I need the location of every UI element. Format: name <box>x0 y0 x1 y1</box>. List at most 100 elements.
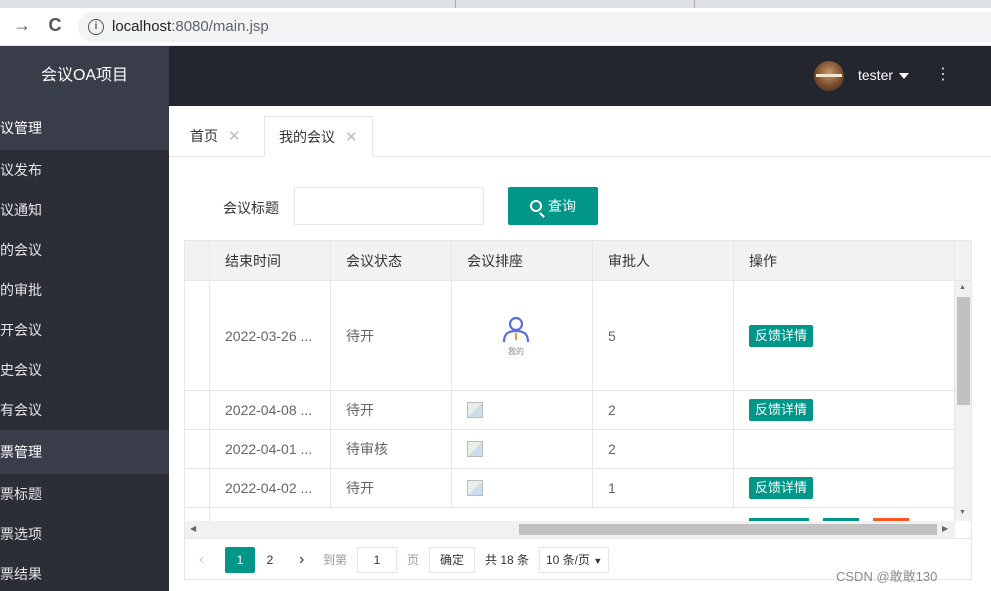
goto-page-input[interactable] <box>357 547 397 573</box>
scroll-left-icon[interactable]: ◀ <box>190 524 196 533</box>
table-row: 2022-04-08 ... 待开 2 反馈详情 <box>185 391 955 430</box>
table-header: 结束时间 会议状态 会议排座 审批人 操作 <box>185 241 971 281</box>
prev-page-icon[interactable]: ‹ <box>199 547 204 573</box>
vertical-scrollbar[interactable]: ▲ ▼ <box>955 281 971 521</box>
menu-item-label: 投票标题 <box>0 486 42 502</box>
tab-label: 我的会议 <box>279 129 335 145</box>
menu-item-all[interactable]: 所有会议 <box>0 390 169 430</box>
menu-group-vote[interactable]: 投票管理 <box>0 430 169 474</box>
feedback-detail-button[interactable]: 反馈详情 <box>749 477 814 499</box>
tab-separator <box>455 0 456 8</box>
tab-home[interactable]: 首页 ✕ <box>169 116 241 157</box>
menu-group-meeting[interactable]: 会议管理 <box>0 106 169 150</box>
tab-separator <box>694 0 695 8</box>
goto-confirm-button[interactable]: 确定 <box>429 547 476 573</box>
user-icon <box>502 316 530 343</box>
col-status: 会议状态 <box>331 241 452 281</box>
cell-seat <box>452 469 593 507</box>
menu-item-my-meetings[interactable]: 我的会议 <box>0 230 169 270</box>
menu-item-my-approvals[interactable]: 我的审批 <box>0 270 169 310</box>
seat-image[interactable]: 我的 <box>501 314 531 357</box>
page-2[interactable]: 2 <box>255 547 285 573</box>
menu-item-label: 所有会议 <box>0 402 42 418</box>
menu-item-history[interactable]: 历史会议 <box>0 350 169 390</box>
menu-item-label: 我的会议 <box>0 242 42 258</box>
cell-status: 待开 <box>331 281 452 390</box>
menu-group-label: 会议管理 <box>0 120 42 136</box>
url-text[interactable]: localhost:8080/main.jsp <box>112 18 269 35</box>
page-1[interactable]: 1 <box>225 547 255 573</box>
menu-sub-vote: 投票标题 投票选项 投票结果 <box>0 474 169 591</box>
info-icon[interactable]: i <box>88 19 104 35</box>
menu-item-label: 投票选项 <box>0 526 42 542</box>
goto-label: 到第 <box>323 553 348 567</box>
menu-item-label: 待开会议 <box>0 322 42 338</box>
username[interactable]: tester <box>858 67 893 83</box>
browser-toolbar: → C i localhost:8080/main.jsp <box>0 0 991 46</box>
cell-end-time: 2022-04-02 ... <box>210 469 331 507</box>
table-cell <box>185 508 210 521</box>
tab-my-meetings[interactable]: 我的会议 ✕ <box>264 116 373 157</box>
cell-action <box>734 508 955 521</box>
horizontal-scrollbar[interactable]: ◀ ▶ <box>185 521 955 538</box>
cell-action: 反馈详情 <box>734 391 955 429</box>
table-row: 2022-03-26 ... 待开 我的 5 反馈详情 <box>185 281 955 391</box>
menu-item-vote-results[interactable]: 投票结果 <box>0 554 169 591</box>
scroll-thumb[interactable] <box>519 524 937 535</box>
sidebar: 会议OA项目 会议管理 会议发布 会议通知 我的会议 我的审批 待开会议 历史会… <box>0 46 169 591</box>
col-seat: 会议排座 <box>452 241 593 281</box>
col-end-time: 结束时间 <box>210 241 331 281</box>
feedback-detail-button[interactable]: 反馈详情 <box>749 399 814 421</box>
avatar[interactable] <box>814 61 844 91</box>
menu-item-notice[interactable]: 会议通知 <box>0 190 169 230</box>
search-button[interactable]: 查询 <box>508 187 598 225</box>
feedback-detail-button[interactable]: 反馈详情 <box>749 324 814 347</box>
cell-status: 待开 <box>331 469 452 507</box>
total-count: 共 18 条 <box>485 553 530 567</box>
menu-item-pending[interactable]: 待开会议 <box>0 310 169 350</box>
close-icon[interactable]: ✕ <box>228 128 241 145</box>
scroll-right-icon[interactable]: ▶ <box>942 524 948 533</box>
forward-arrow-icon[interactable]: → <box>11 14 33 36</box>
page-unit-label: 页 <box>407 553 420 567</box>
close-icon[interactable]: ✕ <box>345 129 358 146</box>
table-row-partial <box>185 508 955 521</box>
table-body: 2022-03-26 ... 待开 我的 5 反馈详情 2022-04-08 .… <box>185 281 955 521</box>
page-size-value: 10 条/页 <box>546 553 591 567</box>
cell-approver: 2 <box>593 391 734 429</box>
menu-item-publish[interactable]: 会议发布 <box>0 150 169 190</box>
cell-approver: 1 <box>593 469 734 507</box>
broken-image-icon[interactable] <box>467 441 483 457</box>
table-cell <box>185 469 210 507</box>
address-bar[interactable]: i localhost:8080/main.jsp <box>78 12 991 42</box>
page-size-select[interactable]: 10 条/页 ▼ <box>539 547 610 573</box>
menu-item-vote-options[interactable]: 投票选项 <box>0 514 169 554</box>
search-input[interactable] <box>294 187 484 225</box>
table-row: 2022-04-01 ... 待审核 2 <box>185 430 955 469</box>
cell-seat: 我的 <box>452 281 593 390</box>
tab-bar: 首页 ✕ 我的会议 ✕ <box>169 106 991 157</box>
search-label: 会议标题 <box>223 200 279 216</box>
menu-item-label: 我的审批 <box>0 282 42 298</box>
caret-down-icon[interactable] <box>899 73 909 79</box>
broken-image-icon[interactable] <box>467 402 483 418</box>
col-action: 操作 <box>734 241 955 281</box>
menu-item-label: 投票结果 <box>0 566 42 582</box>
table-cell <box>185 430 210 468</box>
menu-item-label: 历史会议 <box>0 362 42 378</box>
table-header-cell <box>185 241 210 281</box>
reload-icon[interactable]: C <box>44 14 66 36</box>
more-vertical-icon[interactable]: ⋮ <box>935 65 951 85</box>
scroll-up-icon[interactable]: ▲ <box>959 284 966 291</box>
cell-end-time: 2022-04-08 ... <box>210 391 331 429</box>
scroll-down-icon[interactable]: ▼ <box>959 509 966 516</box>
cell-action: 反馈详情 <box>734 469 955 507</box>
broken-image-icon[interactable] <box>467 480 483 496</box>
menu-item-vote-title[interactable]: 投票标题 <box>0 474 169 514</box>
menu-item-label: 会议通知 <box>0 202 42 218</box>
cell-seat <box>452 430 593 468</box>
table-cell <box>185 391 210 429</box>
scroll-thumb[interactable] <box>957 297 970 405</box>
next-page-icon[interactable]: › <box>299 547 304 573</box>
menu-sub-meeting: 会议发布 会议通知 我的会议 我的审批 待开会议 历史会议 所有会议 <box>0 150 169 430</box>
